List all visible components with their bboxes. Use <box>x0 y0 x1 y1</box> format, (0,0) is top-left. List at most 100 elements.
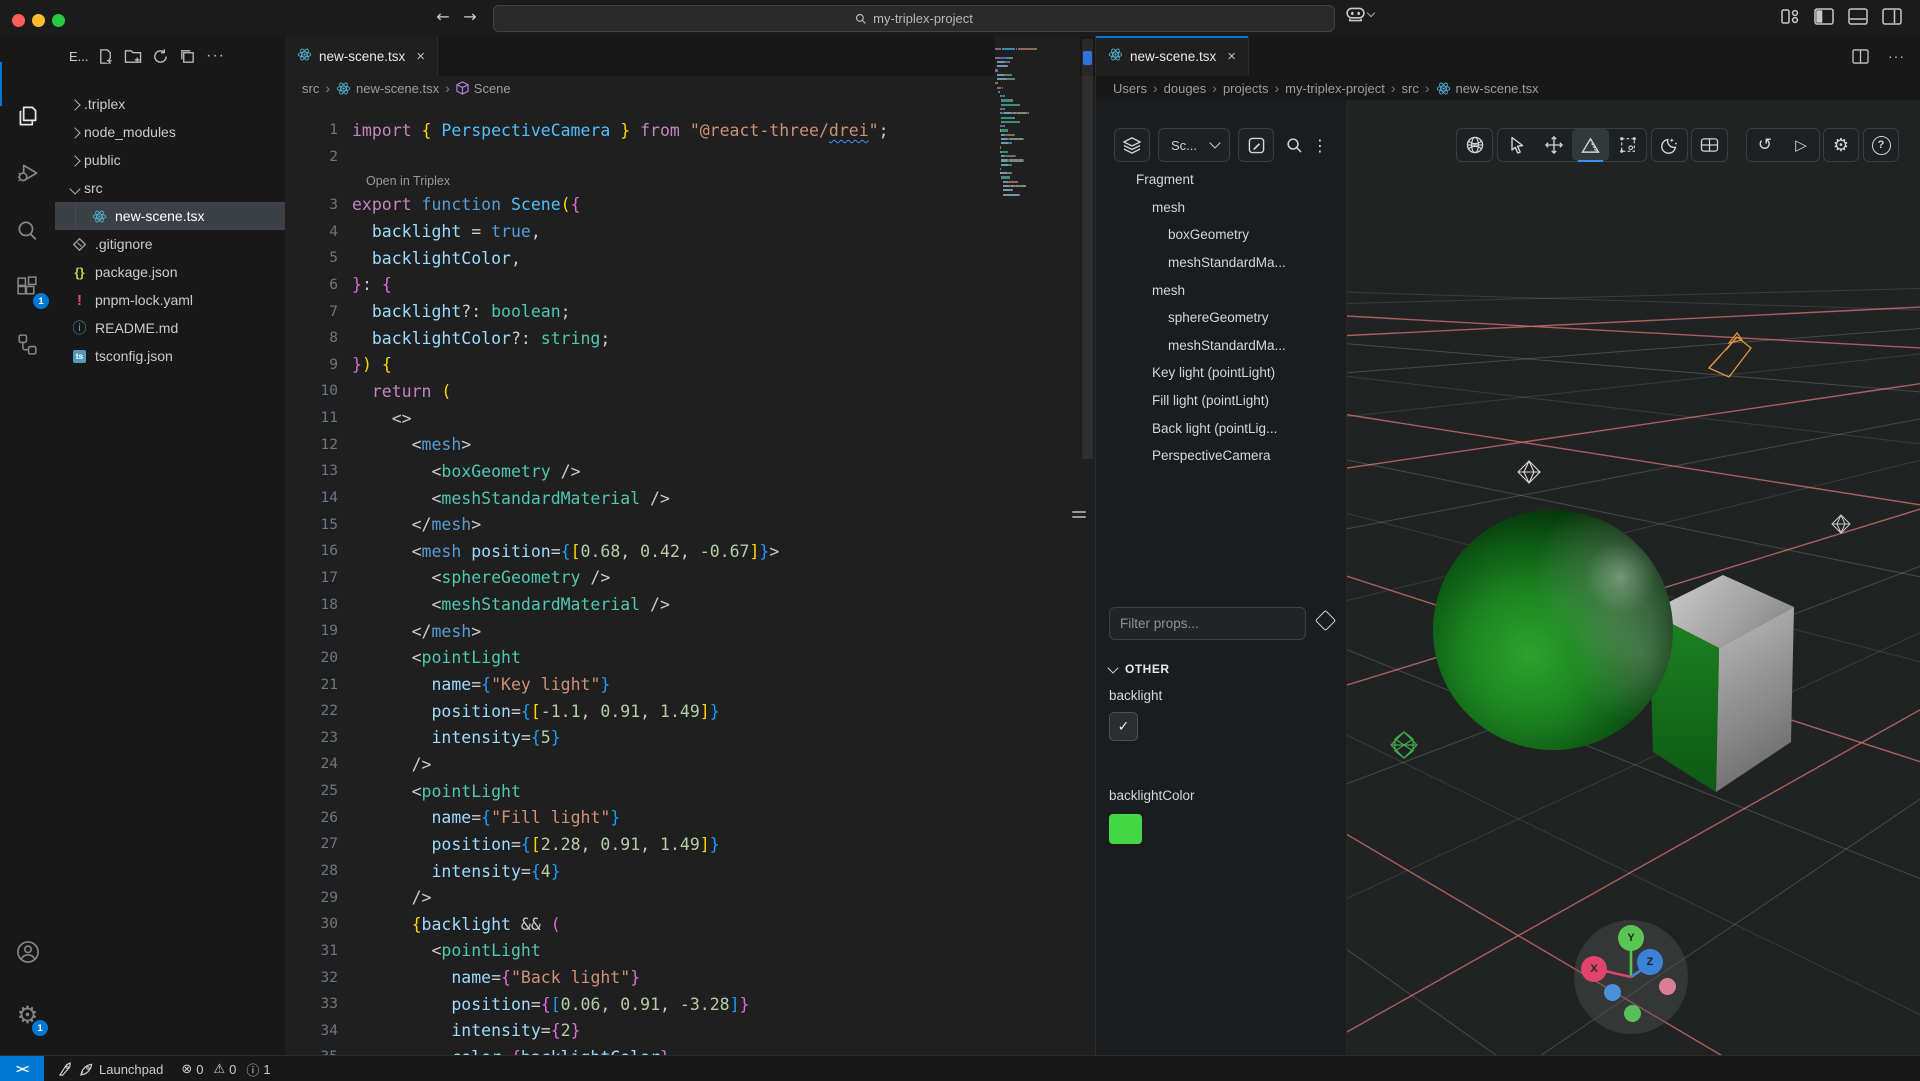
tree-item-boxGeometry[interactable]: boxGeometry <box>1096 221 1346 249</box>
splitter-grip[interactable] <box>1071 508 1087 522</box>
breadcrumb-item[interactable]: new-scene.tsx <box>1436 81 1539 96</box>
help-button[interactable]: ? <box>1863 128 1899 162</box>
navigate-back-button[interactable]: ← <box>432 7 454 26</box>
file-item-public[interactable]: public <box>55 146 285 174</box>
command-center-search[interactable]: my-triplex-project <box>493 5 1335 32</box>
tag-icon[interactable] <box>1315 610 1336 631</box>
breadcrumb-item[interactable]: src <box>302 81 319 96</box>
file-item-.triplex[interactable]: .triplex <box>55 90 285 118</box>
tree-item-mesh[interactable]: mesh <box>1096 194 1346 222</box>
night-mode-button[interactable] <box>1651 128 1688 162</box>
pointer-tool-button[interactable] <box>1498 129 1535 161</box>
close-icon[interactable]: × <box>416 48 425 65</box>
close-icon[interactable]: × <box>1227 48 1236 65</box>
split-editor-icon[interactable] <box>1852 36 1869 76</box>
codelens-open-in-triplex[interactable]: Open in Triplex <box>352 174 450 188</box>
axis-x-ball[interactable]: X <box>1581 956 1607 982</box>
settings-gear-button[interactable]: ⚙ 1 <box>0 991 55 1039</box>
axis-neg-x-ball[interactable] <box>1659 978 1676 995</box>
file-item-.gitignore[interactable]: .gitignore <box>55 230 285 258</box>
sidebar-item-extensions[interactable]: 1 <box>0 263 55 311</box>
marquee-tool-button[interactable] <box>1609 129 1646 161</box>
file-item-new-scene.tsx[interactable]: new-scene.tsx <box>55 202 285 230</box>
file-item-README.md[interactable]: ⓘREADME.md <box>55 314 285 342</box>
tree-item-Fragment[interactable]: Fragment <box>1096 166 1346 194</box>
toggle-panel-icon[interactable] <box>1848 8 1868 25</box>
file-item-pnpm-lock.yaml[interactable]: !pnpm-lock.yaml <box>55 286 285 314</box>
navigate-forward-button[interactable]: → <box>459 7 481 26</box>
tree-item-sphereGeometry[interactable]: sphereGeometry <box>1096 304 1346 332</box>
breadcrumb[interactable]: Users›douges›projects›my-triplex-project… <box>1096 76 1920 100</box>
sphere-mesh[interactable] <box>1433 510 1673 750</box>
tree-item-meshStandardMa-[interactable]: meshStandardMa... <box>1096 249 1346 277</box>
tree-item-Back-light-pointLig-[interactable]: Back light (pointLig... <box>1096 414 1346 442</box>
axis-neg-y-ball[interactable] <box>1624 1005 1641 1022</box>
sidebar-item-search[interactable] <box>0 206 55 254</box>
breadcrumb-item[interactable]: projects <box>1223 81 1269 96</box>
customize-layout-icon[interactable] <box>1781 8 1800 25</box>
breadcrumb-item[interactable]: my-triplex-project <box>1285 81 1385 96</box>
file-item-src[interactable]: src <box>55 174 285 202</box>
close-window-button[interactable] <box>12 14 25 27</box>
minimize-window-button[interactable] <box>32 14 45 27</box>
tree-item-mesh[interactable]: mesh <box>1096 276 1346 304</box>
breadcrumb-item[interactable]: Users <box>1113 81 1147 96</box>
light-helper-icon[interactable] <box>1391 732 1417 758</box>
new-file-icon[interactable] <box>97 48 114 65</box>
tab-triplex-new-scene[interactable]: new-scene.tsx × <box>1096 36 1249 76</box>
sidebar-item-run-debug[interactable] <box>0 149 55 197</box>
tree-item-Fill-light-pointLight-[interactable]: Fill light (pointLight) <box>1096 387 1346 415</box>
collapse-all-icon[interactable] <box>179 48 196 65</box>
sidebar-item-explorer[interactable] <box>0 92 55 140</box>
problems-status[interactable]: ⊗0 ⚠0 ⓘ1 <box>181 1060 270 1079</box>
breadcrumb[interactable]: src›new-scene.tsx›Scene <box>285 76 1112 100</box>
more-actions-icon[interactable]: ··· <box>206 47 225 65</box>
light-helper-icon[interactable] <box>1518 461 1540 483</box>
light-helper-icon[interactable] <box>1832 515 1850 533</box>
undo-button[interactable]: ↺ <box>1747 129 1783 161</box>
new-folder-icon[interactable] <box>124 48 142 65</box>
kebab-menu-button[interactable]: ⋮ <box>1308 128 1332 162</box>
layers-button[interactable] <box>1114 128 1150 162</box>
tab-new-scene[interactable]: new-scene.tsx × <box>285 36 438 76</box>
edit-code-button[interactable] <box>1238 128 1274 162</box>
settings-button[interactable]: ⚙ <box>1823 128 1859 162</box>
toggle-primary-sidebar-icon[interactable] <box>1814 8 1834 25</box>
file-item-package.json[interactable]: {}package.json <box>55 258 285 286</box>
play-button[interactable]: ▷ <box>1783 129 1819 161</box>
checkbox-backlight[interactable]: ✓ <box>1109 712 1138 741</box>
move-tool-button[interactable] <box>1535 129 1572 161</box>
breadcrumb-item[interactable]: Scene <box>456 81 511 96</box>
grid-button[interactable] <box>1691 128 1728 162</box>
axis-gizmo[interactable]: Y X Z <box>1574 920 1688 1034</box>
tree-item-meshStandardMa-[interactable]: meshStandardMa... <box>1096 332 1346 360</box>
scrollbar-slider[interactable] <box>1082 39 1093 459</box>
scene-select[interactable]: Sc... <box>1158 128 1230 162</box>
file-item-node_modules[interactable]: node_modules <box>55 118 285 146</box>
zoom-window-button[interactable] <box>52 14 65 27</box>
axis-neg-z-ball[interactable] <box>1604 984 1621 1001</box>
toggle-secondary-sidebar-icon[interactable] <box>1882 8 1902 25</box>
minimap[interactable] <box>995 36 1080 991</box>
camera-helper-icon[interactable] <box>1709 333 1751 377</box>
color-swatch-backlightColor[interactable] <box>1109 814 1142 844</box>
remote-indicator[interactable]: >< <box>0 1056 44 1081</box>
section-header-other[interactable]: OTHER <box>1109 662 1170 676</box>
launchpad-status[interactable]: Launchpad <box>58 1062 163 1077</box>
breadcrumb-item[interactable]: douges <box>1164 81 1207 96</box>
refresh-icon[interactable] <box>152 48 169 65</box>
tree-item-PerspectiveCamera[interactable]: PerspectiveCamera <box>1096 442 1346 470</box>
breadcrumb-item[interactable]: new-scene.tsx <box>336 81 439 96</box>
breadcrumb-item[interactable]: src <box>1402 81 1419 96</box>
copilot-menu[interactable] <box>1346 7 1374 22</box>
transform-tool-button[interactable] <box>1572 129 1609 161</box>
filter-props-input[interactable] <box>1109 607 1306 640</box>
axis-y-ball[interactable]: Y <box>1618 925 1644 951</box>
accounts-button[interactable] <box>0 928 55 976</box>
axis-z-ball[interactable]: Z <box>1637 949 1663 975</box>
code-editor[interactable]: 1import { PerspectiveCamera } from "@rea… <box>285 100 995 1055</box>
sidebar-item-references[interactable] <box>0 320 55 368</box>
file-item-tsconfig.json[interactable]: tstsconfig.json <box>55 342 285 370</box>
globe-button[interactable] <box>1456 128 1493 162</box>
tree-item-Key-light-pointLight-[interactable]: Key light (pointLight) <box>1096 359 1346 387</box>
